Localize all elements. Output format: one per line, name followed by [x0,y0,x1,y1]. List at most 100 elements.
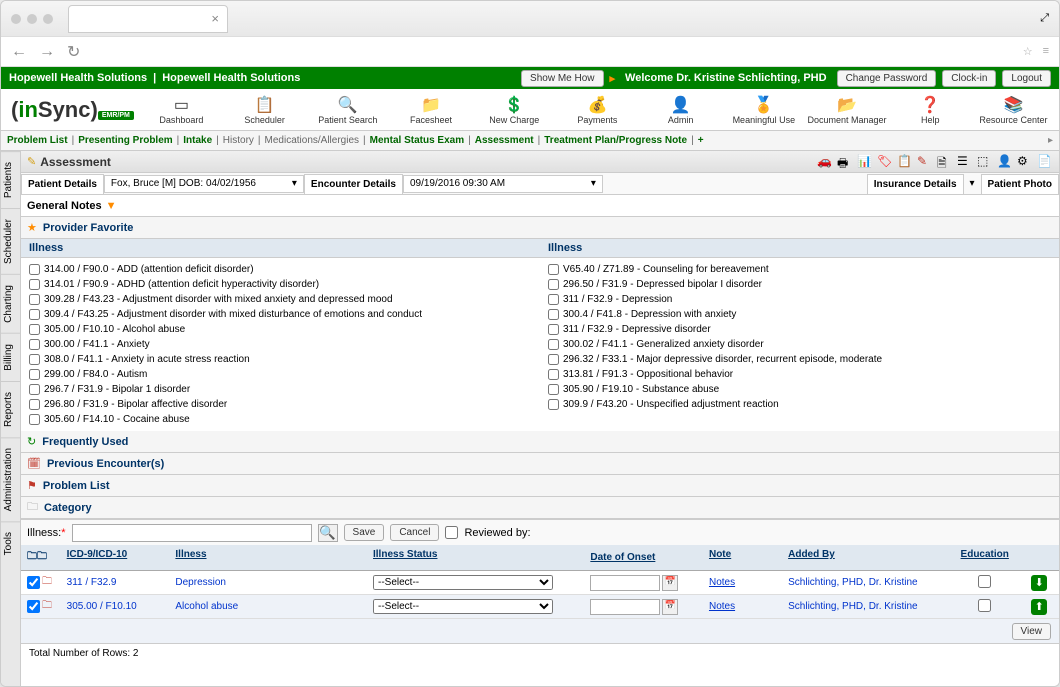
col-status[interactable]: Illness Status [367,545,584,570]
provider-favorite-section[interactable]: ★ Provider Favorite [21,217,1059,239]
toolbar-admin[interactable]: 👤Admin [639,95,722,125]
side-tab-charting[interactable]: Charting [1,274,20,333]
side-tab-reports[interactable]: Reports [1,381,20,437]
illness-checkbox[interactable] [548,264,559,275]
action-icon[interactable]: 📊 [857,154,873,170]
subnav-problem-list[interactable]: Problem List [7,135,68,146]
action-icon[interactable]: ☰ [957,154,973,170]
col-education[interactable]: Education [950,545,1019,570]
window-dot[interactable] [43,14,53,24]
problem-list-section[interactable]: ⚑ Problem List [21,475,1059,497]
action-icon[interactable]: 🖶 [837,154,853,170]
action-icon[interactable]: 📄 [1037,154,1053,170]
illness-checkbox[interactable] [29,309,40,320]
toolbar-payments[interactable]: 💰Payments [556,95,639,125]
illness-checkbox[interactable] [29,399,40,410]
toolbar-resource-center[interactable]: 📚Resource Center [972,95,1055,125]
action-icon[interactable]: ⚙ [1017,154,1033,170]
encounter-details-value[interactable]: 09/19/2016 09:30 AM▾ [403,175,603,193]
toolbar-scheduler[interactable]: 📋Scheduler [223,95,306,125]
row-status-select[interactable]: --Select-- [373,575,553,590]
row-illness[interactable]: Depression [169,575,367,590]
window-dot[interactable] [11,14,21,24]
illness-checkbox[interactable] [29,264,40,275]
illness-checkbox[interactable] [548,339,559,350]
back-icon[interactable]: ← [11,43,27,61]
subnav-medications-allergies[interactable]: Medications/Allergies [265,135,360,146]
patient-details-tab[interactable]: Patient Details [21,174,104,194]
forward-icon[interactable]: → [39,43,55,61]
row-action-icon[interactable]: ⬆ [1031,599,1047,615]
col-date[interactable]: Date of Onset [584,545,703,570]
subnav-treatment-plan-progress-note[interactable]: Treatment Plan/Progress Note [544,135,687,146]
illness-checkbox[interactable] [548,369,559,380]
row-action-icon[interactable]: ⬇ [1031,575,1047,591]
illness-search-input[interactable] [72,524,312,542]
cancel-button[interactable]: Cancel [390,524,439,541]
row-checkbox[interactable] [27,574,40,591]
star-icon[interactable]: ☆ [1023,45,1033,58]
insurance-details-tab[interactable]: Insurance Details [867,174,964,194]
patient-photo-tab[interactable]: Patient Photo [981,174,1059,194]
reload-icon[interactable]: ↻ [67,42,80,62]
action-icon[interactable]: 🚗 [817,154,833,170]
illness-checkbox[interactable] [548,384,559,395]
side-tab-patients[interactable]: Patients [1,151,20,208]
row-education-checkbox[interactable] [978,599,991,612]
illness-checkbox[interactable] [29,294,40,305]
menu-icon[interactable]: ≡ [1043,45,1049,58]
reviewed-by-checkbox[interactable] [445,526,458,539]
row-icon[interactable]: 🗀 [42,574,52,591]
illness-checkbox[interactable] [29,369,40,380]
col-illness[interactable]: Illness [169,545,367,570]
illness-checkbox[interactable] [548,399,559,410]
row-icd[interactable]: 305.00 / F10.10 [61,599,170,614]
row-illness[interactable]: Alcohol abuse [169,599,367,614]
illness-checkbox[interactable] [548,309,559,320]
action-icon[interactable]: ⬚ [977,154,993,170]
browser-tab[interactable]: × [68,5,228,33]
category-section[interactable]: 🗀 Category [21,497,1059,519]
calendar-icon[interactable]: 📅 [662,599,678,615]
row-date-input[interactable] [590,599,660,615]
toolbar-help[interactable]: ❓Help [889,95,972,125]
action-icon[interactable]: 👤 [997,154,1013,170]
grid-action-icons[interactable]: 🗀🗀 [21,545,61,570]
col-note[interactable]: Note [703,545,782,570]
clock-in-button[interactable]: Clock-in [942,70,996,87]
row-checkbox[interactable] [27,598,40,615]
frequently-used-section[interactable]: ↻ Frequently Used [21,431,1059,453]
search-button[interactable]: 🔍 [318,524,338,542]
row-status-select[interactable]: --Select-- [373,599,553,614]
illness-checkbox[interactable] [548,354,559,365]
action-icon[interactable]: 🏷 [877,154,893,170]
illness-checkbox[interactable] [29,384,40,395]
illness-checkbox[interactable] [29,324,40,335]
view-button[interactable]: View [1012,623,1052,640]
row-education-checkbox[interactable] [978,575,991,588]
row-notes-link[interactable]: Notes [703,575,782,590]
side-tab-scheduler[interactable]: Scheduler [1,208,20,274]
action-icon[interactable]: 📋 [897,154,913,170]
toolbar-facesheet[interactable]: 📁Facesheet [389,95,472,125]
patient-details-value[interactable]: Fox, Bruce [M] DOB: 04/02/1956▾ [104,175,304,193]
toolbar-document-manager[interactable]: 📂Document Manager [805,95,888,125]
illness-checkbox[interactable] [29,339,40,350]
expand-icon[interactable]: ⤢ [1040,12,1049,25]
toolbar-new-charge[interactable]: 💲New Charge [473,95,556,125]
add-section-button[interactable]: + [698,135,704,146]
side-tab-administration[interactable]: Administration [1,437,20,521]
illness-checkbox[interactable] [29,279,40,290]
close-icon[interactable]: × [211,11,219,26]
row-icd[interactable]: 311 / F32.9 [61,575,170,590]
toolbar-patient-search[interactable]: 🔍Patient Search [306,95,389,125]
row-notes-link[interactable]: Notes [703,599,782,614]
subnav-history[interactable]: History [223,135,254,146]
previous-encounters-section[interactable]: 🗓 Previous Encounter(s) [21,453,1059,475]
subnav-intake[interactable]: Intake [183,135,212,146]
illness-checkbox[interactable] [29,414,40,425]
general-notes-section[interactable]: General Notes▼ [21,195,1059,217]
illness-checkbox[interactable] [548,324,559,335]
row-date-input[interactable] [590,575,660,591]
illness-checkbox[interactable] [548,279,559,290]
